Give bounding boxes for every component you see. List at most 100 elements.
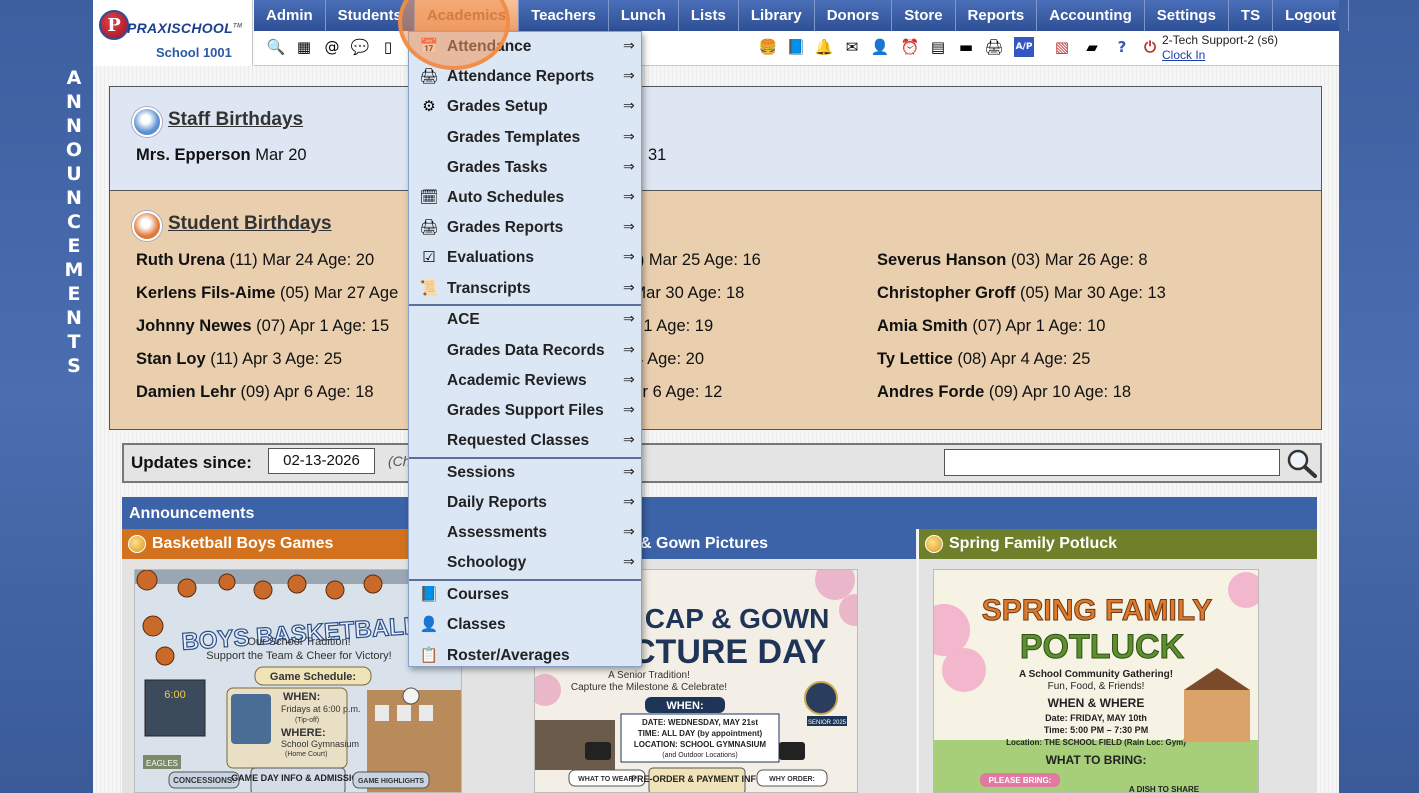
menu-item-attendance[interactable]: 📅 Attendance ⇒ bbox=[409, 32, 641, 62]
menu-item-label: Attendance Reports bbox=[447, 68, 595, 86]
nav-accounting[interactable]: Accounting bbox=[1037, 0, 1145, 31]
logo-badge-icon: P bbox=[99, 10, 129, 40]
menu-item-schoology[interactable]: Schoology ⇒ bbox=[409, 548, 641, 578]
menu-item-grades-tasks[interactable]: Grades Tasks ⇒ bbox=[409, 153, 641, 183]
side-label-letter: M bbox=[64, 259, 84, 281]
nav-lunch[interactable]: Lunch bbox=[609, 0, 679, 31]
search-icon[interactable] bbox=[1285, 447, 1319, 479]
submenu-arrow-icon: ⇒ bbox=[623, 248, 635, 265]
birthday-cake-icon bbox=[132, 107, 162, 137]
poster1-when-value: Fridays at 6:00 p.m. bbox=[281, 704, 361, 714]
staff-birthdays-panel: Staff Birthdays Mrs. Epperson Mar 20 31 bbox=[109, 86, 1322, 191]
schedule-clock-icon: 🗓 bbox=[419, 189, 439, 206]
menu-item-grades-data-records[interactable]: Grades Data Records ⇒ bbox=[409, 336, 641, 366]
announcement-card-potluck[interactable]: Spring Family Potluck SPRING FAMILY POTL… bbox=[919, 529, 1317, 793]
announcement-card-title[interactable]: Spring Family Potluck bbox=[919, 529, 1317, 559]
power-icon[interactable]: ⏻ bbox=[1140, 37, 1160, 57]
menu-item-transcripts[interactable]: 📜 Transcripts ⇒ bbox=[409, 274, 641, 304]
nav-logout[interactable]: Logout bbox=[1273, 0, 1349, 31]
forward-note-icon[interactable]: ✉ bbox=[842, 37, 862, 57]
nav-students[interactable]: Students bbox=[326, 0, 415, 31]
announcements-header: Announcements bbox=[122, 497, 1317, 529]
nav-teachers[interactable]: Teachers bbox=[519, 0, 609, 31]
student-birthdays-title[interactable]: Student Birthdays bbox=[168, 213, 332, 235]
logo-brand: PRAXISCHOOLTM bbox=[127, 20, 243, 36]
nav-academics[interactable]: Academics bbox=[414, 0, 520, 31]
search-icon[interactable]: 🔍 bbox=[266, 37, 286, 57]
poster2-title2: CTURE DAY bbox=[631, 633, 827, 671]
nav-library[interactable]: Library bbox=[739, 0, 815, 31]
menu-item-auto-schedules[interactable]: 🗓 Auto Schedules ⇒ bbox=[409, 183, 641, 213]
staff-icon[interactable]: 👤 bbox=[870, 37, 890, 57]
student-birthday-entry: Andres Forde (09) Apr 10 Age: 18 bbox=[877, 383, 1132, 401]
menu-item-label: Attendance bbox=[447, 38, 532, 55]
nav-donors[interactable]: Donors bbox=[815, 0, 893, 31]
printer-icon[interactable]: 🖨 bbox=[984, 37, 1004, 57]
side-label-letter: T bbox=[67, 331, 81, 353]
nav-admin[interactable]: Admin bbox=[254, 0, 326, 31]
side-announcements-label: ANNOUNCEMENTS bbox=[62, 66, 86, 378]
menu-item-evaluations[interactable]: ☑ Evaluations ⇒ bbox=[409, 243, 641, 273]
pdf-icon[interactable]: ▧ bbox=[1052, 37, 1072, 57]
submenu-arrow-icon: ⇒ bbox=[623, 67, 635, 84]
id-card-icon[interactable]: ▬ bbox=[956, 37, 976, 57]
menu-item-label: Grades Data Records bbox=[447, 341, 605, 359]
poster1-court: (Home Court) bbox=[285, 751, 327, 758]
menu-item-ace[interactable]: ACE ⇒ bbox=[409, 305, 641, 335]
cash-register-icon[interactable]: ▰ bbox=[1082, 37, 1102, 57]
menu-item-grades-setup[interactable]: ⚙ Grades Setup ⇒ bbox=[409, 92, 641, 122]
menu-item-grades-templates[interactable]: Grades Templates ⇒ bbox=[409, 123, 641, 153]
search-input[interactable] bbox=[944, 449, 1280, 476]
poster3-title1: SPRING FAMILY bbox=[982, 594, 1213, 627]
staff-birthdays-title[interactable]: Staff Birthdays bbox=[168, 109, 303, 131]
lunch-icon[interactable]: 🍔 bbox=[758, 37, 778, 57]
menu-item-grades-support-files[interactable]: Grades Support Files ⇒ bbox=[409, 396, 641, 426]
student-birthday-entry: Ruth Urena (11) Mar 24 Age: 20 bbox=[136, 251, 375, 269]
side-label-letter: O bbox=[65, 139, 83, 161]
menu-item-classes[interactable]: 👤 Classes bbox=[409, 610, 641, 640]
calendar-grid-icon[interactable]: ▦ bbox=[294, 37, 314, 57]
academics-dropdown-menu: 📅 Attendance ⇒ 🖨 Attendance Reports ⇒ ⚙ Grades … bbox=[408, 31, 642, 667]
mobile-phone-icon[interactable]: ▯ bbox=[378, 37, 398, 57]
nav-lists[interactable]: Lists bbox=[679, 0, 739, 31]
menu-item-daily-reports[interactable]: Daily Reports ⇒ bbox=[409, 488, 641, 518]
logo[interactable]: P PRAXISCHOOLTM School 1001 bbox=[93, 0, 253, 66]
updates-date-input[interactable]: 02-13-2026 bbox=[268, 448, 375, 474]
updates-since-label: Updates since: bbox=[131, 453, 252, 472]
menu-item-courses[interactable]: 📘 Courses bbox=[409, 580, 641, 610]
submenu-arrow-icon: ⇒ bbox=[623, 493, 635, 509]
menu-item-attendance-reports[interactable]: 🖨 Attendance Reports ⇒ bbox=[409, 62, 641, 92]
clock-in-link[interactable]: Clock In bbox=[1162, 48, 1205, 62]
potluck-poster-image[interactable]: SPRING FAMILY POTLUCK A School Community… bbox=[933, 569, 1259, 793]
menu-item-grades-reports[interactable]: 🖨 Grades Reports ⇒ bbox=[409, 213, 641, 243]
menu-item-academic-reviews[interactable]: Academic Reviews ⇒ bbox=[409, 366, 641, 396]
help-icon[interactable]: ? bbox=[1112, 37, 1132, 57]
side-label-letter: E bbox=[67, 235, 81, 257]
bell-icon[interactable]: 🔔 bbox=[814, 37, 834, 57]
nav-ts[interactable]: TS bbox=[1229, 0, 1274, 31]
ap-icon[interactable]: A/P bbox=[1014, 37, 1034, 57]
submenu-arrow-icon: ⇒ bbox=[623, 127, 635, 144]
menu-item-requested-classes[interactable]: Requested Classes ⇒ bbox=[409, 426, 641, 456]
menu-item-sessions[interactable]: Sessions ⇒ bbox=[409, 458, 641, 488]
nav-settings[interactable]: Settings bbox=[1145, 0, 1229, 31]
menu-item-label: Auto Schedules bbox=[447, 189, 565, 206]
nav-store[interactable]: Store bbox=[892, 0, 956, 31]
poster3-when-where: WHEN & WHERE bbox=[1048, 696, 1145, 710]
menu-item-assessments[interactable]: Assessments ⇒ bbox=[409, 518, 641, 548]
chat-icon[interactable]: 💬 bbox=[350, 37, 370, 57]
book-icon[interactable]: 📘 bbox=[786, 37, 806, 57]
clock-icon[interactable]: ⏰ bbox=[900, 37, 920, 57]
email-icon[interactable]: @ bbox=[322, 37, 342, 57]
nav-reports[interactable]: Reports bbox=[956, 0, 1038, 31]
student-birthday-entry: Damien Lehr (09) Apr 6 Age: 18 bbox=[136, 383, 374, 401]
poster1-highlights: GAME HIGHLIGHTS bbox=[358, 778, 424, 785]
app-frame: P PRAXISCHOOLTM School 1001 Admin Student… bbox=[93, 0, 1349, 793]
student-birthday-entry: Severus Hanson (03) Mar 26 Age: 8 bbox=[877, 251, 1148, 269]
printer-icon: 🖨 bbox=[419, 68, 439, 86]
menu-item-roster-averages[interactable]: 📋 Roster/Averages bbox=[409, 641, 641, 671]
menu-item-label: Roster/Averages bbox=[447, 646, 570, 664]
student-birthday-entry: Christopher Groff (05) Mar 30 Age: 13 bbox=[877, 284, 1166, 302]
submenu-arrow-icon: ⇒ bbox=[623, 400, 635, 417]
table-icon[interactable]: ▤ bbox=[928, 37, 948, 57]
